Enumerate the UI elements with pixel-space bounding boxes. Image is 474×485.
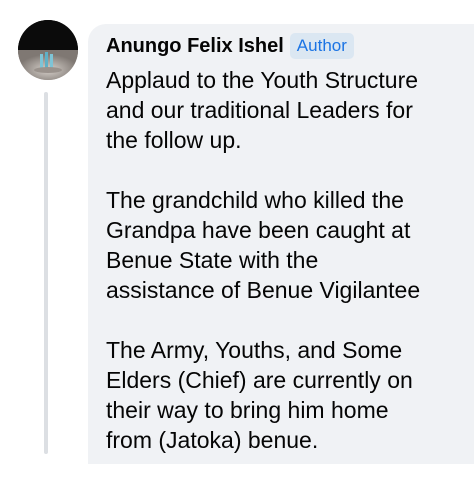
author-badge: Author <box>289 33 354 59</box>
comment-bubble: Anungo Felix Ishel Author Applaud to the… <box>88 24 474 464</box>
comment-paragraph-3: The Army, Youths, and Some Elders (Chief… <box>106 337 413 453</box>
avatar-photo-icon <box>18 20 78 80</box>
comment-paragraph-2: The grandchild who killed the Grandpa ha… <box>106 187 421 303</box>
reply-thread-line <box>44 92 48 454</box>
comment-header: Anungo Felix Ishel Author <box>106 33 354 59</box>
author-name[interactable]: Anungo Felix Ishel <box>106 33 284 59</box>
comment-paragraph-1: Applaud to the Youth Structure and our t… <box>106 67 419 153</box>
comment-text: Applaud to the Youth Structure and our t… <box>106 65 456 485</box>
author-avatar[interactable] <box>18 20 78 80</box>
